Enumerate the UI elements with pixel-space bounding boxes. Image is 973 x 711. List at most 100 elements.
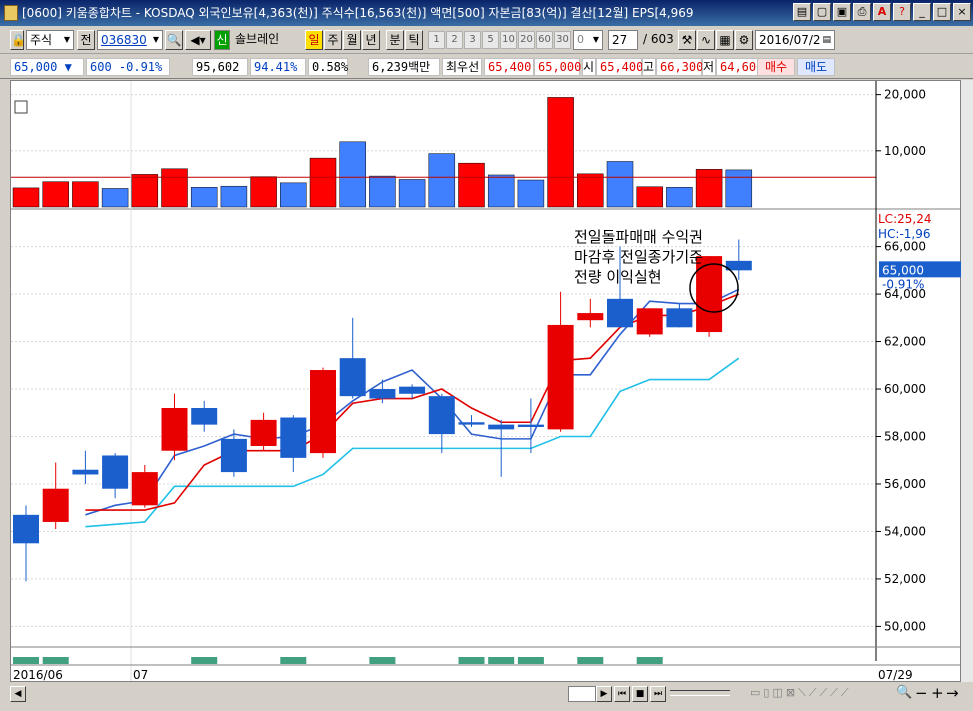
window-icon[interactable]: ▢ <box>813 3 831 21</box>
interval-1[interactable]: 1 <box>428 31 445 49</box>
best-ask: 65,400 <box>484 58 534 76</box>
indicator-icon[interactable]: ∿ <box>697 30 715 50</box>
low-label: 저 <box>702 58 716 76</box>
maximize-icon[interactable]: □ <box>933 3 951 21</box>
price-tick-label: 54,000 <box>884 524 926 538</box>
vertical-scrollbar[interactable] <box>961 80 973 682</box>
print-icon[interactable]: ⎙ <box>853 3 871 21</box>
price-tick-label: 52,000 <box>884 572 926 586</box>
font-icon[interactable]: A <box>873 3 891 21</box>
chart-area[interactable]: 10,000 20,000 50,000 52,000 54,000 56,000 58,0… <box>10 80 962 683</box>
zoom-in-icon[interactable]: + <box>931 684 944 702</box>
speaker-icon[interactable]: ◀▾ <box>185 30 211 50</box>
interval-custom-input[interactable]: 0 ▼ <box>573 30 603 50</box>
lock-icon[interactable]: 🔒 <box>10 30 26 50</box>
volume-bar <box>309 157 337 208</box>
app-icon <box>4 5 18 21</box>
price-tick-label: 50,000 <box>884 619 926 633</box>
candle-body <box>191 408 218 425</box>
first-page-icon[interactable]: ⏮ <box>614 686 630 702</box>
all-button[interactable]: 전 <box>77 30 95 50</box>
help-icon[interactable]: ? <box>893 3 911 21</box>
low-price: 64,600 <box>716 58 763 76</box>
volume-bar <box>250 176 277 208</box>
candle-body <box>547 324 574 430</box>
interval-30[interactable]: 30 <box>554 31 571 49</box>
volume-bar <box>369 175 396 208</box>
volume-bar <box>101 188 129 208</box>
grid-toggle-icon[interactable] <box>14 100 28 114</box>
period-tick[interactable]: 틱 <box>405 30 423 50</box>
interval-3[interactable]: 3 <box>464 31 481 49</box>
best-bid: 65,000 <box>534 58 581 76</box>
pan-right-icon[interactable]: → <box>946 684 959 702</box>
settings-icon[interactable]: ⚙ <box>735 30 753 50</box>
candle-body <box>131 472 158 506</box>
period-year[interactable]: 년 <box>362 30 380 50</box>
scroll-right-icon[interactable]: ▶ <box>596 686 612 702</box>
volume-bar <box>695 169 723 208</box>
strip-bar <box>577 657 604 664</box>
strip-bar <box>280 657 307 664</box>
scroll-thumb[interactable] <box>568 686 596 702</box>
candle-body <box>339 358 366 397</box>
screen-icon[interactable]: ▣ <box>833 3 851 21</box>
search-icon[interactable]: 🔍 <box>165 30 183 50</box>
volume-bar <box>161 168 188 208</box>
interval-20[interactable]: 20 <box>518 31 535 49</box>
last-page-icon[interactable]: ⏭ <box>650 686 666 702</box>
period-day[interactable]: 일 <box>305 30 323 50</box>
volume-bar <box>339 141 366 208</box>
hc-label: HC:-1,96 <box>878 227 931 241</box>
market-type-select[interactable]: 주식 ▼ <box>26 30 74 50</box>
bottom-scroll-bar: ◀ ▶ ⏮ ■ ⏭ ▭▯◫⊠⟍⟋⟋⟋⟋ 🔍 − + → <box>10 684 961 706</box>
candle-body <box>220 438 247 473</box>
interval-5[interactable]: 5 <box>482 31 499 49</box>
credit-badge: 신 <box>214 30 230 50</box>
buy-button[interactable]: 매수 <box>757 58 795 76</box>
period-minute[interactable]: 분 <box>386 30 404 50</box>
stop-icon[interactable]: ■ <box>632 686 648 702</box>
volume-bar <box>190 187 218 208</box>
strip-bar <box>369 657 396 664</box>
period-week[interactable]: 주 <box>324 30 342 50</box>
sell-button[interactable]: 매도 <box>797 58 835 76</box>
date-input[interactable]: 2016/07/2 ▤ <box>755 30 835 50</box>
candle-body <box>161 408 188 451</box>
open-label: 시 <box>582 58 596 76</box>
zoom-out-icon[interactable]: − <box>915 684 928 702</box>
zoom-icon[interactable]: 🔍 <box>896 685 912 700</box>
zoom-slider[interactable] <box>670 690 730 696</box>
candle-body <box>250 419 277 446</box>
price-tick-label: 60,000 <box>884 382 926 396</box>
interval-10[interactable]: 10 <box>500 31 517 49</box>
candle-body <box>517 424 544 427</box>
scroll-left-icon[interactable]: ◀ <box>10 686 26 702</box>
save-icon[interactable]: ▦ <box>716 30 734 50</box>
stock-code-input[interactable]: 036830 ▼ <box>97 30 163 50</box>
volume-bar <box>636 186 663 208</box>
annotation-line-3: 전량 이익실현 <box>574 268 662 286</box>
interval-2[interactable]: 2 <box>446 31 463 49</box>
strip-bar <box>42 657 69 664</box>
volume-bar <box>428 153 456 208</box>
candle-body <box>607 298 633 328</box>
drawing-tools-icon[interactable]: ▭▯◫⊠⟍⟋⟋⟋⟋ <box>750 686 852 700</box>
chart-canvas[interactable]: 10,000 20,000 50,000 52,000 54,000 56,000 58,0… <box>11 81 962 683</box>
volume-bar <box>398 179 426 208</box>
current-price: 65,000 ▼ <box>10 58 84 76</box>
period-month[interactable]: 월 <box>343 30 361 50</box>
close-icon[interactable]: × <box>953 3 971 21</box>
layout-icon[interactable]: ▤ <box>793 3 811 21</box>
tools-icon[interactable]: ⚒ <box>678 30 696 50</box>
minimize-icon[interactable]: _ <box>913 3 931 21</box>
x-label-end: 07/29 <box>878 668 913 682</box>
volume-bar <box>606 161 634 208</box>
interval-60[interactable]: 60 <box>536 31 553 49</box>
window-title: [0600] 키움종합차트 - KOSDAQ 외국인보유[4,363(천)] 주… <box>22 6 694 20</box>
current-change-tag: -0.91% <box>882 277 924 291</box>
candle-body <box>488 424 515 430</box>
price-tick-label: 62,000 <box>884 335 926 349</box>
count-input[interactable]: 27 <box>608 30 638 50</box>
trade-amount: 6,239백만 <box>368 58 440 76</box>
